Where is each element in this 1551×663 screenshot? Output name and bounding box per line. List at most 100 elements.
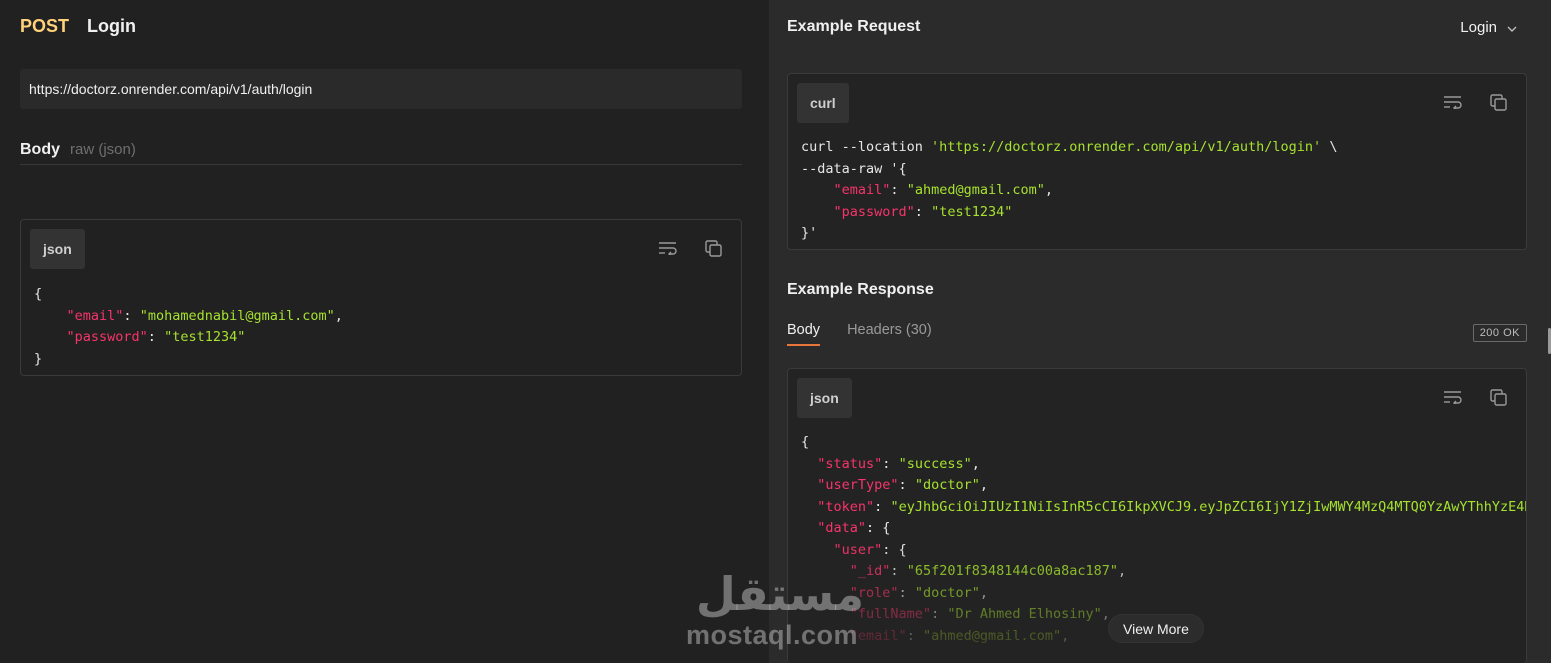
code-punctuation: : bbox=[147, 329, 165, 345]
code-punctuation: : bbox=[898, 584, 915, 601]
code-punctuation: : { bbox=[866, 520, 891, 536]
copy-icon[interactable] bbox=[703, 238, 723, 258]
json-key: "token" bbox=[817, 498, 875, 515]
code-punctuation bbox=[34, 329, 67, 345]
json-string: "Dr Ahmed Elhosiny" bbox=[947, 606, 1102, 622]
code-punctuation: { bbox=[34, 286, 43, 302]
code-punctuation bbox=[801, 499, 817, 515]
code-line: --data-raw '{ bbox=[801, 159, 1337, 181]
code-punctuation: , bbox=[334, 307, 343, 324]
code-punctuation: , bbox=[979, 584, 988, 601]
code-punctuation: : bbox=[890, 182, 907, 198]
code-punctuation: , bbox=[1118, 563, 1127, 579]
request-body-card: json { "email": "mohamednabil@gmail.com"… bbox=[20, 219, 742, 376]
json-key: "email" bbox=[66, 307, 124, 324]
example-request-code: curl --location 'https://doctorz.onrende… bbox=[801, 137, 1337, 245]
json-string: "test1234" bbox=[931, 203, 1013, 220]
code-punctuation bbox=[801, 520, 817, 536]
code-punctuation: \ bbox=[1321, 139, 1338, 155]
json-string: "success" bbox=[898, 455, 972, 472]
request-url[interactable]: https://doctorz.onrender.com/api/v1/auth… bbox=[20, 69, 742, 109]
view-more-button[interactable]: View More bbox=[1109, 615, 1203, 642]
code-punctuation bbox=[801, 477, 817, 493]
code-line: curl --location 'https://doctorz.onrende… bbox=[801, 137, 1337, 159]
wrap-lines-icon[interactable] bbox=[657, 238, 677, 258]
examples-panel: Example Request Login curl curl --locati… bbox=[769, 0, 1551, 663]
example-selector-label: Login bbox=[1460, 19, 1497, 36]
code-punctuation: : bbox=[906, 627, 923, 644]
code-punctuation: : bbox=[914, 203, 932, 220]
json-key: "data" bbox=[817, 520, 867, 536]
code-punctuation: { bbox=[801, 434, 810, 450]
json-string: "eyJhbGciOiJIUzI1NiIsInR5cCI6IkpXVCJ9.ey… bbox=[890, 498, 1527, 515]
wrap-lines-icon[interactable] bbox=[1442, 92, 1462, 112]
json-string: "ahmed@gmail.com" bbox=[922, 627, 1062, 644]
code-line: { bbox=[801, 432, 1526, 454]
code-line: }' bbox=[801, 223, 1337, 245]
language-tag[interactable]: json bbox=[797, 378, 852, 418]
json-key: "email" bbox=[833, 182, 891, 198]
code-punctuation bbox=[801, 542, 834, 558]
json-key: "password" bbox=[833, 203, 915, 220]
json-string: "doctor" bbox=[914, 477, 980, 493]
code-line: "email": "mohamednabil@gmail.com", bbox=[34, 306, 343, 328]
code-punctuation: '{ bbox=[890, 160, 907, 177]
code-punctuation: , bbox=[979, 477, 988, 493]
code-punctuation bbox=[34, 308, 67, 324]
example-request-card: curl curl --location 'https://doctorz.on… bbox=[787, 73, 1527, 250]
code-line: "user": { bbox=[801, 540, 1526, 562]
code-punctuation: } bbox=[34, 350, 43, 367]
code-punctuation: : bbox=[123, 307, 140, 324]
json-string: "test1234" bbox=[164, 329, 246, 345]
copy-icon[interactable] bbox=[1488, 387, 1508, 407]
example-request-title: Example Request bbox=[787, 18, 921, 35]
json-key: "user" bbox=[833, 541, 883, 558]
code-actions bbox=[657, 238, 723, 258]
code-line: "email": "ahmed@gmail.com", bbox=[801, 180, 1337, 202]
tab-headers[interactable]: Headers (30) bbox=[847, 322, 932, 346]
code-line: "password": "test1234" bbox=[801, 202, 1337, 224]
code-actions bbox=[1442, 387, 1508, 407]
body-header: Body raw (json) bbox=[20, 141, 742, 165]
language-tag[interactable]: json bbox=[30, 229, 85, 269]
code-punctuation: : bbox=[882, 455, 899, 472]
json-string: 'https://doctorz.onrender.com/api/v1/aut… bbox=[931, 139, 1322, 155]
http-method: POST bbox=[20, 16, 70, 36]
code-line: } bbox=[34, 349, 343, 371]
example-response-title: Example Response bbox=[787, 281, 934, 298]
code-punctuation: , bbox=[1044, 182, 1053, 198]
code-punctuation: : bbox=[898, 477, 915, 493]
request-body-code: { "email": "mohamednabil@gmail.com", "pa… bbox=[34, 284, 343, 370]
json-string: "65f201f8348144c00a8ac187" bbox=[906, 563, 1119, 579]
request-title-row: POST Login bbox=[20, 16, 136, 37]
copy-icon[interactable] bbox=[1488, 92, 1508, 112]
wrap-lines-icon[interactable] bbox=[1442, 387, 1462, 407]
json-string: "mohamednabil@gmail.com" bbox=[139, 307, 335, 324]
code-line: { bbox=[34, 284, 343, 306]
json-key: "status" bbox=[817, 455, 883, 472]
response-tabs: Body Headers (30) bbox=[787, 322, 932, 346]
code-punctuation: }' bbox=[801, 225, 818, 241]
chevron-down-icon bbox=[1507, 19, 1517, 36]
tab-body[interactable]: Body bbox=[787, 322, 821, 346]
code-line: "_id": "65f201f8348144c00a8ac187", bbox=[801, 561, 1526, 583]
code-actions bbox=[1442, 92, 1508, 112]
code-punctuation: : bbox=[931, 606, 948, 622]
code-line: "status": "success", bbox=[801, 454, 1526, 476]
body-type: raw (json) bbox=[70, 141, 136, 158]
endpoint-name: Login bbox=[87, 16, 136, 36]
code-punctuation: curl --location bbox=[801, 139, 932, 155]
code-punctuation bbox=[801, 182, 834, 198]
code-punctuation: --data-raw bbox=[801, 160, 891, 177]
code-punctuation bbox=[801, 456, 817, 472]
code-punctuation: , bbox=[1101, 606, 1110, 622]
code-punctuation: : bbox=[890, 563, 907, 579]
code-punctuation: : bbox=[874, 498, 891, 515]
code-punctuation: : { bbox=[882, 541, 907, 558]
language-tag[interactable]: curl bbox=[797, 83, 849, 123]
example-selector[interactable]: Login bbox=[1460, 19, 1517, 36]
watermark-site: mostaql.com bbox=[686, 620, 859, 650]
request-panel: POST Login https://doctorz.onrender.com/… bbox=[0, 0, 769, 663]
svg-text:مستقل: مستقل bbox=[696, 567, 864, 621]
code-line: "data": { bbox=[801, 518, 1526, 540]
